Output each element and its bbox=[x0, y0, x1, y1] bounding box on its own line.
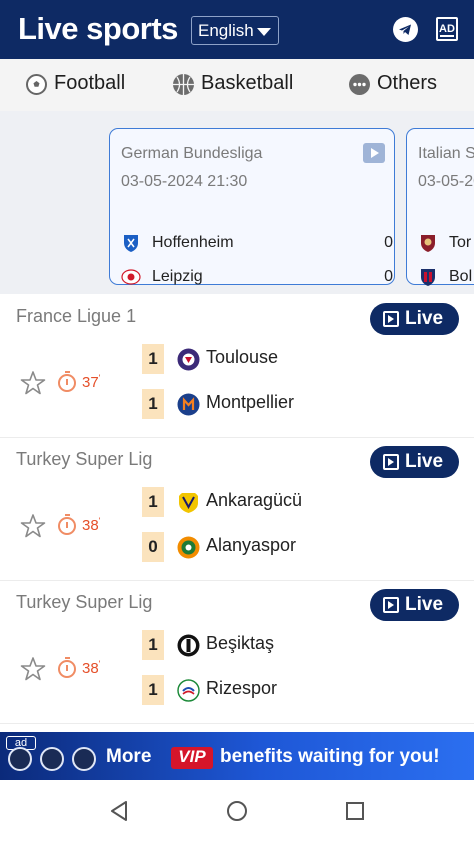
play-icon bbox=[383, 311, 399, 327]
live-label: Live bbox=[405, 308, 444, 329]
toulouse-crest-icon bbox=[177, 348, 200, 371]
team-name: Bol bbox=[449, 268, 473, 285]
team-score: 1 bbox=[142, 389, 164, 419]
live-button[interactable]: Live bbox=[370, 589, 459, 621]
away-team-row: Leipzig 0 bbox=[121, 266, 393, 290]
favorite-star-icon[interactable] bbox=[20, 656, 46, 682]
bologna-crest-icon bbox=[421, 269, 435, 286]
team-score: 0 bbox=[384, 268, 393, 285]
basketball-icon bbox=[173, 74, 194, 95]
featured-carousel[interactable]: German Bundesliga 03-05-2024 21:30 Hoffe… bbox=[0, 111, 474, 294]
language-select[interactable]: English bbox=[191, 16, 279, 45]
league-name: France Ligue 1 bbox=[16, 306, 137, 326]
match-card[interactable]: Turkey Super Lig Live 38' 1 Beşiktaş 1 R… bbox=[0, 581, 474, 724]
recent-apps-icon[interactable] bbox=[346, 802, 364, 820]
alanyaspor-crest-icon bbox=[177, 536, 200, 559]
team-score: 0 bbox=[142, 532, 164, 562]
torino-crest-icon bbox=[421, 235, 435, 252]
hoffenheim-crest-icon bbox=[124, 235, 138, 252]
tv-broadcast-icon bbox=[363, 143, 385, 163]
tab-football[interactable]: Football bbox=[26, 71, 136, 99]
remove-ads-icon[interactable]: AD bbox=[436, 17, 458, 41]
away-team-row: 1 Montpellier bbox=[142, 389, 462, 419]
more-dots-icon bbox=[349, 74, 370, 95]
vip-ad-banner[interactable]: ad More VIP benefits waiting for you! bbox=[0, 732, 474, 780]
home-team-row: Tor bbox=[418, 232, 474, 256]
team-name: Tor bbox=[449, 234, 472, 251]
favorite-star-icon[interactable] bbox=[20, 513, 46, 539]
team-score: 1 bbox=[142, 344, 164, 374]
tab-label: Basketball bbox=[201, 72, 294, 94]
team-score: 1 bbox=[142, 487, 164, 517]
card-league: German Bundesliga bbox=[121, 145, 263, 162]
match-card[interactable]: Turkey Super Lig Live 38' 1 Ankaragücü 0… bbox=[0, 438, 474, 581]
play-icon bbox=[383, 454, 399, 470]
besiktas-crest-icon bbox=[177, 634, 200, 657]
leipzig-crest-icon bbox=[121, 269, 141, 285]
language-value: English bbox=[198, 21, 254, 40]
tab-label: Others bbox=[377, 72, 438, 94]
banner-more-text: More bbox=[106, 746, 152, 767]
team-name: Montpellier bbox=[206, 392, 295, 412]
match-minute: 38' bbox=[82, 659, 101, 677]
league-name: Turkey Super Lig bbox=[16, 592, 153, 612]
favorite-star-icon[interactable] bbox=[20, 370, 46, 396]
team-name: Rizespor bbox=[206, 678, 278, 698]
soccer-ball-icon bbox=[26, 74, 47, 95]
team-name: Leipzig bbox=[152, 268, 203, 285]
live-label: Live bbox=[405, 594, 444, 615]
team-name: Hoffenheim bbox=[152, 234, 234, 251]
app-logo[interactable]: Live sports bbox=[18, 11, 178, 47]
play-icon bbox=[383, 597, 399, 613]
team-score: 1 bbox=[142, 630, 164, 660]
match-minute: 38' bbox=[82, 516, 101, 534]
away-team-row: Bol bbox=[418, 266, 474, 290]
stopwatch-icon bbox=[58, 514, 76, 535]
home-team-row: 1 Beşiktaş bbox=[142, 630, 462, 660]
system-nav-bar bbox=[0, 780, 474, 843]
montpellier-crest-icon bbox=[177, 393, 200, 416]
league-name: Turkey Super Lig bbox=[16, 449, 153, 469]
match-minute: 37' bbox=[82, 373, 101, 391]
home-team-row: Hoffenheim 0 bbox=[121, 232, 393, 256]
stopwatch-icon bbox=[58, 657, 76, 678]
live-label: Live bbox=[405, 451, 444, 472]
app-header: Live sports English AD bbox=[0, 0, 474, 59]
away-team-row: 1 Rizespor bbox=[142, 675, 462, 705]
team-score: 1 bbox=[142, 675, 164, 705]
team-name: Ankaragücü bbox=[206, 490, 303, 510]
tv-icon bbox=[8, 747, 32, 771]
tab-basketball[interactable]: Basketball bbox=[173, 71, 303, 99]
chat-icon bbox=[72, 747, 96, 771]
team-name: Beşiktaş bbox=[206, 633, 275, 653]
team-name: Alanyaspor bbox=[206, 535, 297, 555]
rizespor-crest-icon bbox=[177, 679, 200, 702]
tab-others[interactable]: Others bbox=[349, 71, 444, 99]
home-icon[interactable] bbox=[227, 801, 247, 821]
home-team-row: 1 Ankaragücü bbox=[142, 487, 462, 517]
team-name: Toulouse bbox=[206, 347, 279, 367]
match-card[interactable]: France Ligue 1 Live 37' 1 Toulouse 1 Mon… bbox=[0, 295, 474, 438]
telegram-icon[interactable] bbox=[393, 17, 418, 42]
chevron-down-icon bbox=[257, 28, 271, 36]
live-button[interactable]: Live bbox=[370, 446, 459, 478]
banner-benefits-text: benefits waiting for you! bbox=[220, 746, 440, 767]
sport-tabs: Football Basketball Others bbox=[0, 59, 474, 111]
away-team-row: 0 Alanyaspor bbox=[142, 532, 462, 562]
back-icon[interactable] bbox=[110, 801, 128, 821]
card-datetime: 03-05-20 bbox=[418, 173, 474, 190]
team-score: 0 bbox=[384, 234, 393, 251]
ankaragucu-crest-icon bbox=[179, 493, 198, 513]
card-league: Italian S bbox=[418, 145, 474, 162]
home-team-row: 1 Toulouse bbox=[142, 344, 462, 374]
card-datetime: 03-05-2024 21:30 bbox=[121, 173, 248, 190]
featured-match-card[interactable]: Italian S 03-05-20 Tor Bol bbox=[406, 128, 474, 286]
tab-label: Football bbox=[54, 72, 126, 94]
vip-badge: VIP bbox=[171, 747, 213, 769]
live-button[interactable]: Live bbox=[370, 303, 459, 335]
stopwatch-icon bbox=[58, 371, 76, 392]
no-ads-icon bbox=[40, 747, 64, 771]
featured-match-card[interactable]: German Bundesliga 03-05-2024 21:30 Hoffe… bbox=[109, 128, 395, 285]
